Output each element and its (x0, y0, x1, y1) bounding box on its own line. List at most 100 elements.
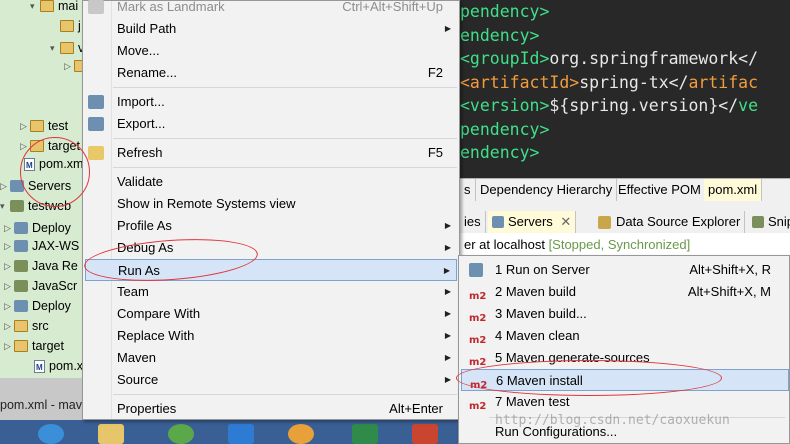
server-name: er at localhost (464, 237, 545, 252)
menu-item-maven[interactable]: Maven ▶ (85, 347, 457, 369)
run-server-icon (469, 263, 483, 277)
tab-servers[interactable]: Servers ✕ (488, 211, 577, 233)
menu-item-debug-as[interactable]: Debug As ▶ (85, 237, 457, 259)
tree-item-label: Deploy (32, 221, 71, 235)
tree-toggle-icon[interactable]: ▷ (20, 116, 30, 136)
menu-item-import[interactable]: Import... (85, 91, 457, 113)
tree-item[interactable]: ▷ test (20, 116, 68, 136)
menu-item-move[interactable]: Move... (85, 40, 457, 62)
editor-token: pendency> (460, 119, 550, 139)
menu-item-validate[interactable]: Validate (85, 171, 457, 193)
run-as-item-4-maven-clean[interactable]: m2 4 Maven clean (461, 325, 789, 347)
tree-toggle-icon[interactable]: ▷ (4, 218, 14, 238)
tree-item-label: Servers (28, 179, 72, 193)
menu-item-replace-with[interactable]: Replace With ▶ (85, 325, 457, 347)
menu-item-label: Properties (117, 401, 177, 416)
tab-data-source-explorer[interactable]: Data Source Explorer (594, 211, 746, 233)
tree-item[interactable]: ▾ mai (30, 0, 78, 16)
tree-item[interactable]: ▷ Java Re (4, 256, 78, 276)
server-row[interactable]: er at localhost [Stopped, Synchronized] (460, 233, 790, 257)
folder-icon (30, 120, 44, 132)
file-explorer-taskbar-icon[interactable] (98, 424, 124, 444)
run-as-item-3-maven-build[interactable]: m2 3 Maven build... (461, 303, 789, 325)
tree-toggle-icon[interactable]: ▷ (4, 256, 14, 276)
powerpoint-taskbar-icon[interactable] (412, 424, 438, 444)
tree-toggle-icon[interactable]: ▷ (4, 316, 14, 336)
menu-item-profile-as[interactable]: Profile As ▶ (85, 215, 457, 237)
run-as-item-label: 4 Maven clean (495, 328, 580, 343)
tree-item[interactable]: ▷ Servers (0, 176, 71, 196)
tree-toggle-icon[interactable]: ▾ (30, 0, 40, 16)
editor-token: endency> (460, 25, 540, 45)
run-as-item-1-run-on-server[interactable]: 1 Run on Server Alt+Shift+X, R (461, 259, 789, 281)
menu-item-build-path[interactable]: Build Path ▶ (85, 18, 457, 40)
tree-item[interactable]: ▷ src (4, 316, 49, 336)
menu-item-label: Team (117, 284, 149, 299)
tree-item[interactable]: j (50, 16, 81, 36)
tree-item[interactable]: pom.xml (14, 154, 86, 176)
editor-line[interactable]: endency> (460, 24, 790, 48)
menu-item-rename[interactable]: Rename... F2 (85, 62, 457, 84)
tree-item[interactable]: ▷ JavaScr (4, 276, 77, 296)
menu-item-label: Validate (117, 174, 164, 189)
tab-properties-partial[interactable]: ies (460, 211, 486, 233)
tree-toggle-icon[interactable]: ▷ (20, 136, 30, 156)
menu-item-export[interactable]: Export... (85, 113, 457, 135)
tree-toggle-icon[interactable]: ▷ (4, 276, 14, 296)
menu-item-source[interactable]: Source ▶ (85, 369, 457, 391)
tree-item[interactable]: ▷ Deploy (4, 218, 71, 238)
tree-item-label: mai (58, 0, 79, 13)
editor-token: <artifactId> (460, 72, 580, 92)
menu-item-team[interactable]: Team ▶ (85, 281, 457, 303)
run-as-item-6-maven-install[interactable]: m2 6 Maven install (461, 369, 789, 391)
tree-toggle-icon[interactable]: ▷ (4, 336, 14, 356)
menu-item-label: Replace With (117, 328, 195, 343)
browser-taskbar-icon[interactable] (38, 424, 64, 444)
editor-line[interactable]: <artifactId>spring-tx</artifac (460, 71, 790, 95)
project-explorer[interactable]: ▾maij▾v▷▷test▷targetpom.xml▷Servers▾test… (0, 0, 88, 378)
tree-item[interactable]: ▷ JAX-WS (4, 236, 79, 256)
tree-item-label: testweb (28, 199, 72, 213)
excel-taskbar-icon[interactable] (352, 424, 378, 444)
close-icon[interactable]: ✕ (560, 214, 571, 229)
tree-item[interactable]: ▾v (50, 38, 84, 58)
tree-item[interactable]: ▾ testweb (0, 196, 71, 216)
editor-line[interactable]: <version>${spring.version}</ve (460, 94, 790, 118)
tab-dependency-hierarchy[interactable]: Dependency Hierarchy (476, 179, 618, 201)
editor-line[interactable]: pendency> (460, 0, 790, 24)
menu-item-compare-with[interactable]: Compare With ▶ (85, 303, 457, 325)
run-as-item-2-maven-build[interactable]: m2 2 Maven build Alt+Shift+X, M (461, 281, 789, 303)
xml-editor[interactable]: pendency> endency> <groupId>org.springfram… (450, 0, 790, 180)
editor-token: pendency> (460, 2, 550, 21)
menu-item-label: Import... (117, 94, 165, 109)
menu-item-properties[interactable]: Properties Alt+Enter (85, 398, 457, 420)
tree-toggle-icon[interactable]: ▾ (50, 38, 60, 58)
tree-toggle-icon[interactable]: ▷ (0, 176, 10, 196)
menu-item-run-as[interactable]: Run As ▶ (85, 259, 457, 281)
menu-item-show-in-remote-systems-view[interactable]: Show in Remote Systems view (85, 193, 457, 215)
chrome-taskbar-icon[interactable] (288, 424, 314, 444)
editor-line[interactable]: pendency> (460, 118, 790, 142)
run-as-item-shortcut: Alt+Shift+X, R (689, 262, 771, 277)
tree-item-label: test (48, 119, 69, 133)
editor-line[interactable]: endency> (460, 141, 790, 165)
tree-toggle-icon[interactable]: ▷ (64, 56, 74, 76)
tab-pom-xml[interactable]: pom.xml (704, 179, 763, 201)
app-taskbar-icon[interactable] (168, 424, 194, 444)
run-as-item-5-maven-generate-sources[interactable]: m2 5 Maven generate-sources (461, 347, 789, 369)
tree-toggle-icon[interactable]: ▷ (4, 296, 14, 316)
tree-item[interactable]: ▷ target (4, 336, 64, 356)
tab-effective-pom[interactable]: Effective POM (614, 179, 706, 201)
tree-item[interactable]: pom.xml (24, 356, 88, 378)
run-as-item-7-maven-test[interactable]: m2 7 Maven test (461, 391, 789, 413)
tree-toggle-icon[interactable]: ▷ (4, 236, 14, 256)
tree-item[interactable]: ▷ Deploy (4, 296, 71, 316)
menu-item-label: Source (117, 372, 159, 387)
tab-snippets[interactable]: Snip (748, 211, 790, 233)
tree-item[interactable]: ▷ target (20, 136, 80, 156)
menu-item-refresh[interactable]: Refresh F5 (85, 142, 457, 164)
editor-line[interactable]: <groupId>org.springframework</ (460, 47, 790, 71)
mail-taskbar-icon[interactable] (228, 424, 254, 444)
tab-partial-s[interactable]: s (460, 179, 476, 201)
tree-toggle-icon[interactable]: ▾ (0, 196, 10, 216)
